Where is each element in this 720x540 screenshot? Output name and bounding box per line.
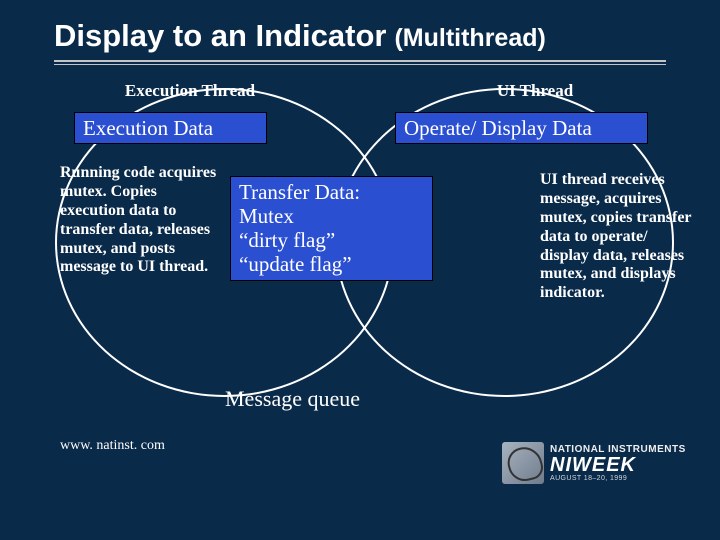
ui-thread-label: UI Thread [435, 81, 635, 101]
footer-url: www. natinst. com [60, 438, 165, 454]
diagram-area: Execution Thread UI Thread Execution Dat… [0, 76, 720, 506]
execution-thread-label: Execution Thread [90, 81, 290, 101]
page-title: Display to an Indicator (Multithread) [54, 18, 666, 54]
operate-display-data-box: Operate/ Display Data [395, 112, 648, 144]
title-sub: (Multithread) [394, 24, 545, 53]
transfer-line-3: “dirty flag” [239, 228, 424, 252]
execution-data-box: Execution Data [74, 112, 267, 144]
logo-brand: NATIONAL INSTRUMENTS [550, 445, 686, 455]
transfer-line-1: Transfer Data: [239, 180, 424, 204]
title-main: Display to an Indicator [54, 18, 386, 54]
eagle-icon [502, 442, 544, 484]
execution-caption: Running code acquires mutex. Copies exec… [60, 164, 220, 277]
transfer-line-4: “update flag” [239, 252, 424, 276]
logo-dates: AUGUST 18–20, 1999 [550, 475, 686, 482]
message-queue-label: Message queue [225, 386, 360, 412]
ni-logo: NATIONAL INSTRUMENTS NIWEEK AUGUST 18–20… [502, 438, 702, 488]
transfer-line-2: Mutex [239, 204, 424, 228]
title-divider [54, 60, 666, 66]
logo-event: NIWEEK [550, 455, 686, 475]
transfer-data-box: Transfer Data: Mutex “dirty flag” “updat… [230, 176, 433, 281]
ui-caption: UI thread receives message, acquires mut… [540, 171, 695, 303]
